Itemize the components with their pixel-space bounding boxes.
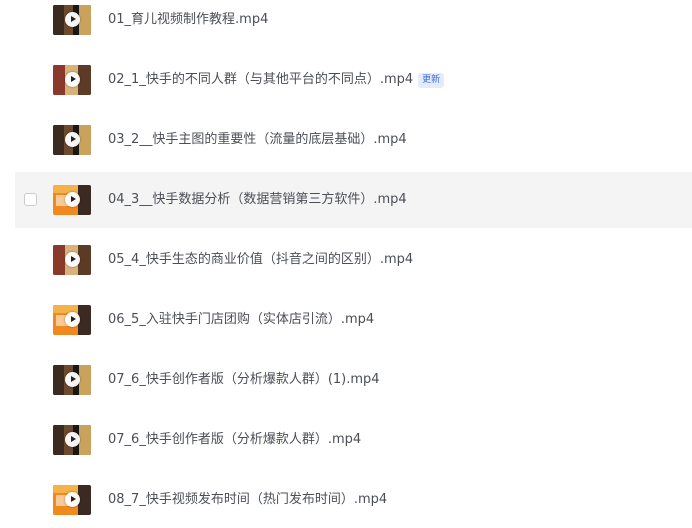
video-thumbnail <box>53 485 91 515</box>
list-item[interactable]: 04_3__快手数据分析（数据营销第三方软件）.mp4 <box>15 172 692 228</box>
play-icon <box>65 12 80 27</box>
file-list: 01_育儿视频制作教程.mp4 02_1_快手的不同人群（与其他平台的不同点）.… <box>0 0 692 524</box>
play-icon <box>65 192 80 207</box>
file-name[interactable]: 06_5_入驻快手门店团购（实体店引流）.mp4 <box>108 311 374 329</box>
file-name[interactable]: 02_1_快手的不同人群（与其他平台的不同点）.mp4 更新 <box>108 71 445 89</box>
video-thumbnail <box>53 305 91 335</box>
file-name[interactable]: 04_3__快手数据分析（数据营销第三方软件）.mp4 <box>108 191 407 209</box>
file-name[interactable]: 03_2__快手主图的重要性（流量的底层基础）.mp4 <box>108 131 407 149</box>
file-name[interactable]: 07_6_快手创作者版（分析爆款人群）(1).mp4 <box>108 371 380 389</box>
list-item[interactable]: 06_5_入驻快手门店团购（实体店引流）.mp4 <box>15 292 692 348</box>
list-item[interactable]: 03_2__快手主图的重要性（流量的底层基础）.mp4 <box>15 112 692 168</box>
update-badge: 更新 <box>418 73 445 88</box>
list-item[interactable]: 08_7_快手视频发布时间（热门发布时间）.mp4 <box>15 472 692 528</box>
list-item[interactable]: 07_6_快手创作者版（分析爆款人群）(1).mp4 <box>15 352 692 408</box>
row-checkbox[interactable] <box>24 193 37 206</box>
file-name[interactable]: 05_4_快手生态的商业价值（抖音之间的区别）.mp4 <box>108 251 413 269</box>
video-thumbnail <box>53 65 91 95</box>
list-item[interactable]: 02_1_快手的不同人群（与其他平台的不同点）.mp4 更新 <box>15 52 692 108</box>
play-icon <box>65 372 80 387</box>
file-name-text: 02_1_快手的不同人群（与其他平台的不同点）.mp4 <box>108 72 414 87</box>
play-icon <box>65 492 80 507</box>
video-thumbnail <box>53 425 91 455</box>
play-icon <box>65 72 80 87</box>
file-name[interactable]: 01_育儿视频制作教程.mp4 <box>108 11 268 29</box>
file-name[interactable]: 08_7_快手视频发布时间（热门发布时间）.mp4 <box>108 491 387 509</box>
list-item[interactable]: 05_4_快手生态的商业价值（抖音之间的区别）.mp4 <box>15 232 692 288</box>
play-icon <box>65 252 80 267</box>
video-thumbnail <box>53 185 91 215</box>
list-item[interactable]: 07_6_快手创作者版（分析爆款人群）.mp4 <box>15 412 692 468</box>
video-thumbnail <box>53 125 91 155</box>
list-item[interactable]: 01_育儿视频制作教程.mp4 <box>15 0 692 48</box>
video-thumbnail <box>53 245 91 275</box>
file-name[interactable]: 07_6_快手创作者版（分析爆款人群）.mp4 <box>108 431 361 449</box>
play-icon <box>65 432 80 447</box>
video-thumbnail <box>53 365 91 395</box>
play-icon <box>65 312 80 327</box>
play-icon <box>65 132 80 147</box>
video-thumbnail <box>53 5 91 35</box>
